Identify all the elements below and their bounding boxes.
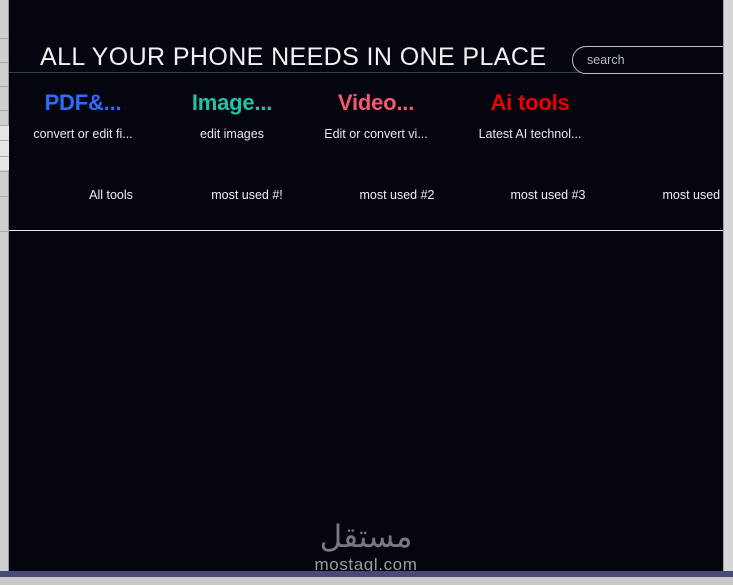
bottom-gray-band <box>0 577 733 585</box>
category-title: Video... <box>337 90 415 115</box>
category-row: PDF&... convert or edit fi... Image... edit… <box>9 88 723 150</box>
nav-item[interactable]: most used #4 <box>642 186 723 204</box>
nav-item[interactable]: most used #! <box>189 186 305 204</box>
search-box[interactable] <box>572 46 723 74</box>
category-subtitle: Latest AI technol... <box>478 127 582 141</box>
category-subtitle: edit images <box>200 127 264 141</box>
nav-item[interactable]: most used #3 <box>490 186 606 204</box>
watermark: مستقل mostaql.com <box>9 520 723 571</box>
nav-row: All tools most used #! most used #2 most us… <box>9 186 723 216</box>
category-card[interactable]: Ai tools Latest AI technol... <box>465 88 595 141</box>
watermark-arabic-logo: مستقل <box>319 519 413 555</box>
app-panel: ALL YOUR PHONE NEEDS IN ONE PLACE PDF&..… <box>9 0 723 571</box>
category-title: PDF&... <box>44 90 122 115</box>
left-sheet-gutter <box>0 0 9 585</box>
screenshot-root: ALL YOUR PHONE NEEDS IN ONE PLACE PDF&..… <box>0 0 733 585</box>
page-title: ALL YOUR PHONE NEEDS IN ONE PLACE <box>40 42 547 71</box>
section-divider <box>9 230 723 231</box>
nav-item[interactable]: All tools <box>61 186 161 204</box>
category-card[interactable]: Video... Edit or convert vi... <box>315 88 437 141</box>
watermark-domain: mostaql.com <box>314 555 418 571</box>
right-sheet-gutter <box>723 0 733 585</box>
category-subtitle: convert or edit fi... <box>33 127 133 141</box>
category-title: Image... <box>191 90 273 115</box>
category-card[interactable]: PDF&... convert or edit fi... <box>28 88 138 141</box>
category-title: Ai tools <box>490 90 570 115</box>
search-input[interactable] <box>572 46 723 74</box>
nav-item[interactable]: most used #2 <box>339 186 455 204</box>
category-subtitle: Edit or convert vi... <box>324 127 428 141</box>
category-card[interactable]: Image... edit images <box>172 88 292 141</box>
